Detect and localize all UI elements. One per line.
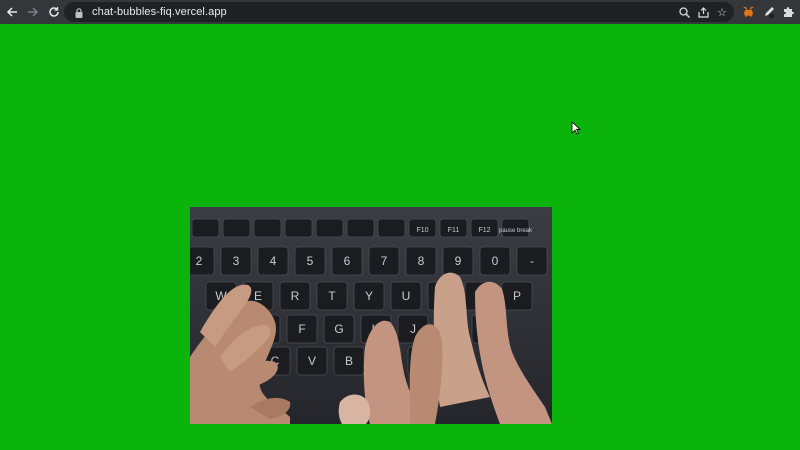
url-text: chat-bubbles-fiq.vercel.app — [92, 6, 227, 18]
lock-icon — [74, 6, 84, 18]
browser-toolbar: chat-bubbles-fiq.vercel.app ☆ — [0, 0, 800, 24]
arrow-right-icon — [28, 7, 39, 17]
bookmark-star-icon[interactable]: ☆ — [714, 4, 730, 20]
arrow-left-icon — [6, 7, 17, 17]
metamask-extension-icon[interactable] — [740, 4, 756, 20]
forward-button[interactable] — [24, 3, 42, 21]
back-button[interactable] — [3, 3, 21, 21]
zoom-icon[interactable] — [676, 4, 692, 20]
puzzle-extensions-icon[interactable] — [780, 4, 796, 20]
page-viewport: F10F11F12pause break234567890-WERTYUIOPD… — [0, 24, 800, 450]
address-bar[interactable]: chat-bubbles-fiq.vercel.app ☆ — [64, 2, 734, 22]
reload-icon — [49, 7, 59, 17]
share-icon[interactable] — [695, 4, 711, 20]
mouse-cursor-icon — [571, 121, 581, 135]
pen-extension-icon[interactable] — [761, 4, 777, 20]
keyboard-typing-video: F10F11F12pause break234567890-WERTYUIOPD… — [190, 207, 552, 424]
typing-hands — [190, 272, 552, 424]
reload-button[interactable] — [45, 3, 63, 21]
